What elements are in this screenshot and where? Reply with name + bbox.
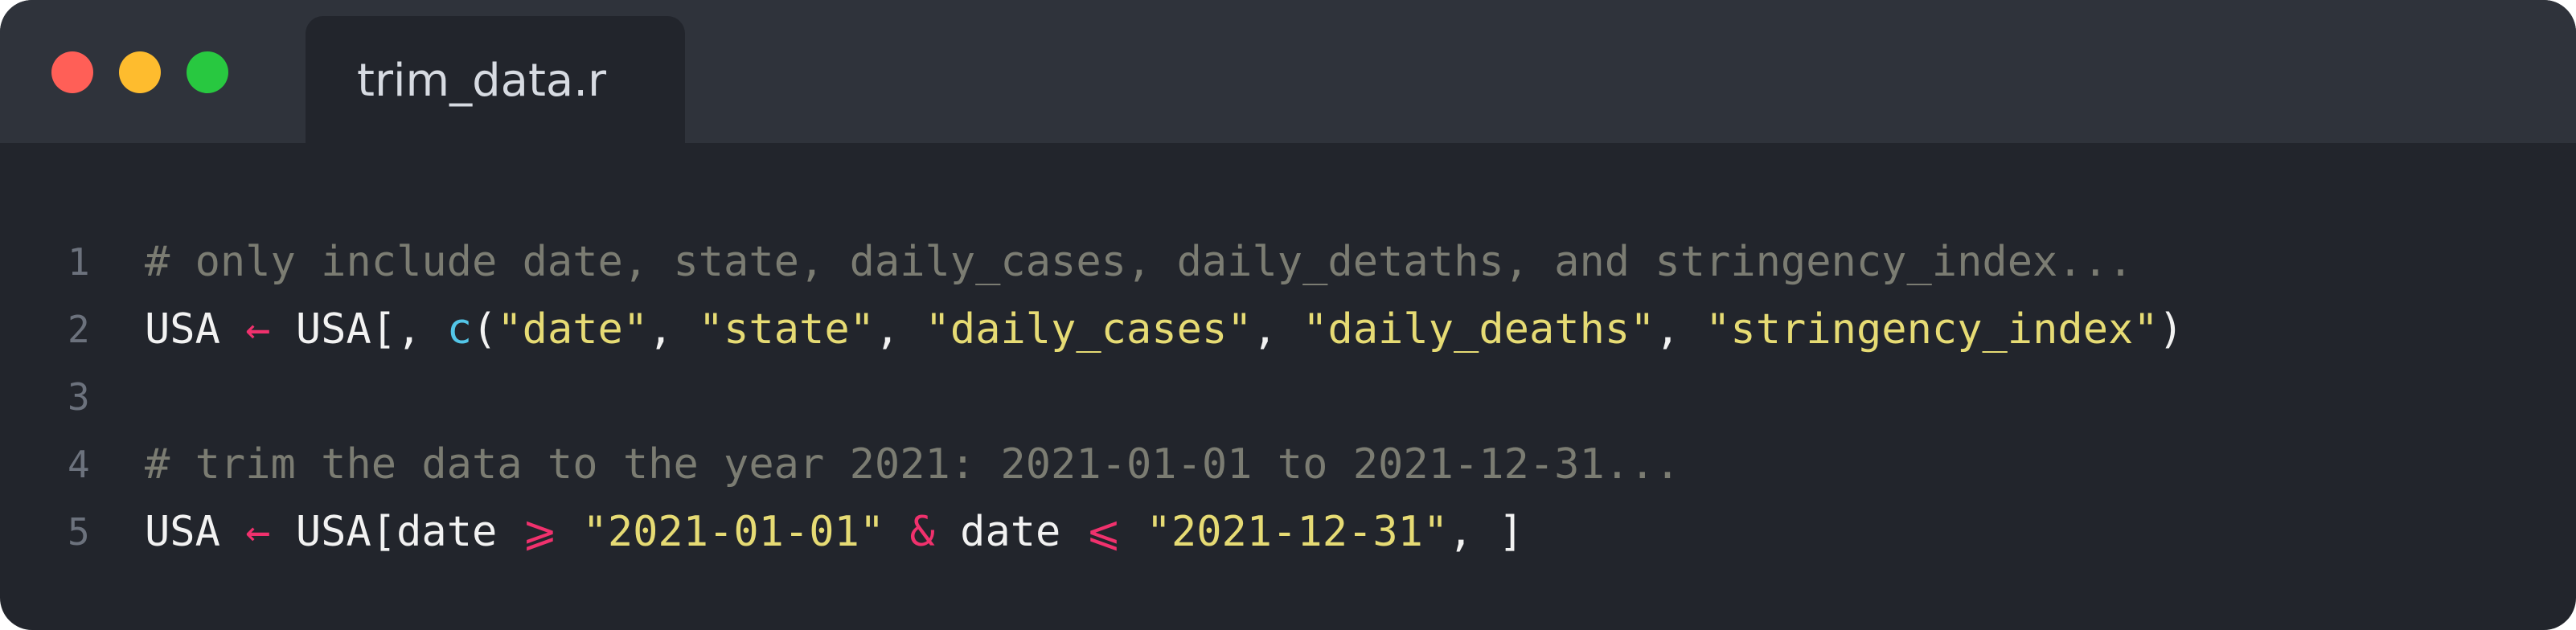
index-open: USA[, [295,305,447,354]
variable-date: date [960,508,1061,556]
string-start-date: "2021-01-01" [582,508,885,556]
code-line-2: 2 USA ← USA[, c("date", "state", "daily_… [0,296,2576,363]
minimize-window-button[interactable] [119,51,161,93]
code-line-4: 4 # trim the data to the year 2021: 2021… [0,431,2576,498]
code-line-5: 5 USA ← USA[date ⩾ "2021-01-01" & date ⩽… [0,498,2576,566]
index-close: , ] [1448,508,1524,556]
line-number: 5 [68,510,90,554]
string-daily-cases: "daily_cases" [925,305,1253,354]
string-daily-deaths: "daily_deaths" [1302,305,1655,354]
code-line-3: 3 [0,363,2576,431]
line-number: 3 [68,375,90,419]
string-state: "state" [698,305,875,354]
comma: , [1655,305,1706,354]
editor-window: trim_data.r 1 # only include date, state… [0,0,2576,630]
line-content: USA ← USA[date ⩾ "2021-01-01" & date ⩽ "… [145,498,1524,566]
paren-close: ) [2158,305,2184,354]
variable-usa: USA [145,305,220,354]
file-tab-label: trim_data.r [357,55,607,107]
less-equal-operator: ⩽ [1085,508,1122,556]
greater-equal-operator: ⩾ [522,508,558,556]
string-date: "date" [497,305,649,354]
index-open: USA[date [295,508,523,556]
comma: , [648,305,699,354]
title-bar: trim_data.r [0,0,2576,143]
function-c: c [446,305,473,354]
file-tab[interactable]: trim_data.r [306,16,685,143]
assign-arrow: ← [245,508,271,556]
paren-open: ( [472,305,498,354]
comma: , [1252,305,1303,354]
string-end-date: "2021-12-31" [1146,508,1449,556]
line-number: 4 [68,443,90,486]
comment-text: # only include date, state, daily_cases,… [145,238,2134,286]
code-line-1: 1 # only include date, state, daily_case… [0,228,2576,296]
string-stringency-index: "stringency_index" [1705,305,2159,354]
maximize-window-button[interactable] [187,51,228,93]
line-content: # trim the data to the year 2021: 2021-0… [145,431,1680,498]
assign-arrow: ← [245,305,271,354]
line-number: 1 [68,240,90,284]
line-content: # only include date, state, daily_cases,… [145,228,2133,296]
close-window-button[interactable] [51,51,93,93]
line-number: 2 [68,308,90,351]
line-content: USA ← USA[, c("date", "state", "daily_ca… [145,296,2184,363]
comma: , [874,305,925,354]
comment-text: # trim the data to the year 2021: 2021-0… [145,440,1680,489]
and-operator: & [909,508,935,556]
variable-usa: USA [145,508,220,556]
